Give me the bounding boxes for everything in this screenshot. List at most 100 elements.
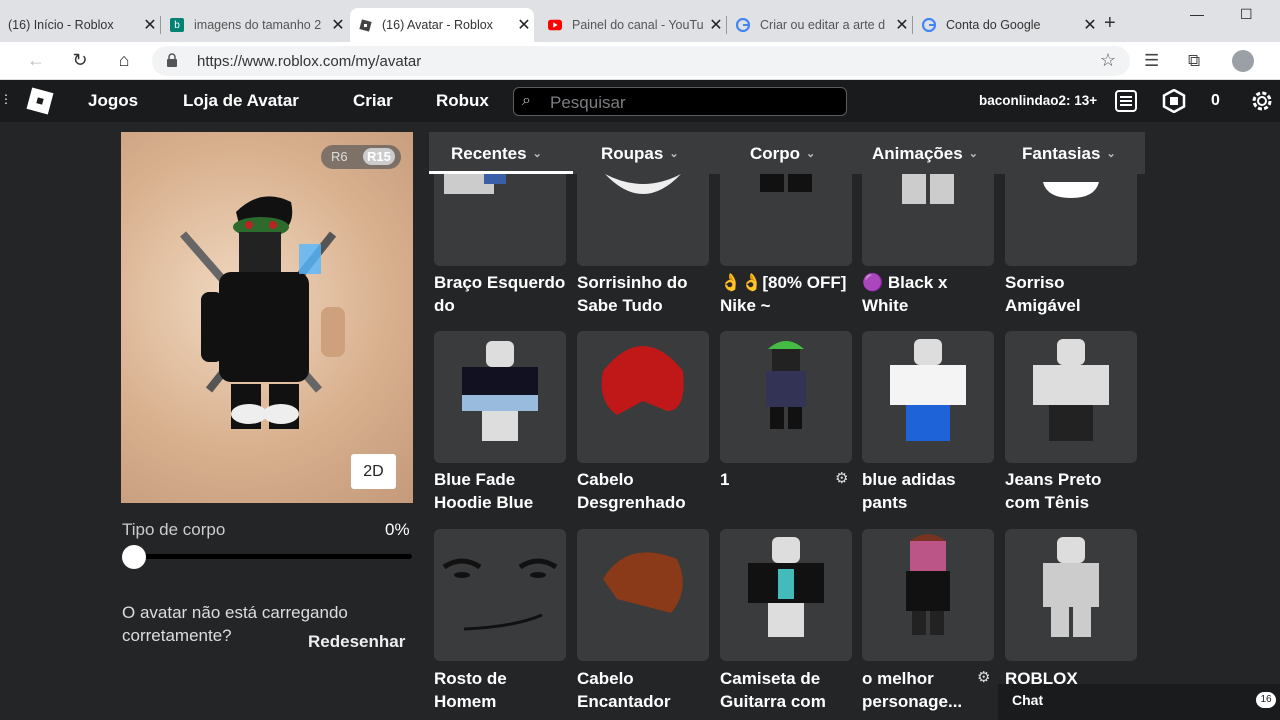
item-thumbnail (1043, 537, 1099, 637)
google-icon (736, 18, 750, 32)
item-name[interactable]: Sorriso Amigável (1005, 271, 1140, 317)
item-card[interactable] (1005, 331, 1137, 463)
item-thumbnail (442, 558, 558, 631)
browser-tab-active[interactable]: (16) Avatar - Roblox ✕ (350, 8, 534, 42)
item-settings-gear-icon[interactable]: ⚙ (977, 668, 990, 686)
item-card[interactable] (862, 529, 994, 661)
username[interactable]: baconlindao2: 13+ (979, 93, 1097, 108)
menu-icon[interactable]: ⋮ (0, 92, 12, 106)
item-thumbnail (760, 174, 812, 192)
browser-tab[interactable]: Criar ou editar a arte d ✕ (728, 8, 913, 42)
item-card[interactable] (577, 529, 709, 661)
minimize-icon[interactable]: — (1190, 6, 1204, 22)
item-settings-gear-icon[interactable]: ⚙ (835, 469, 848, 487)
view-2d-button[interactable]: 2D (351, 454, 396, 489)
item-thumbnail (906, 534, 950, 635)
close-tab-icon[interactable]: ✕ (1080, 15, 1100, 35)
tab-recentes[interactable]: Recentes ⌄ (451, 144, 542, 164)
chevron-down-icon: ⌄ (669, 148, 679, 160)
item-card[interactable] (1005, 174, 1137, 266)
item-name[interactable]: Blue Fade Hoodie Blue (434, 468, 569, 514)
browser-tab[interactable]: Painel do canal - YouTu ✕ (540, 8, 727, 42)
item-thumbnail (605, 174, 681, 194)
robux-count: 0 (1211, 92, 1220, 109)
tab-corpo[interactable]: Corpo ⌄ (750, 144, 815, 164)
avatar-preview[interactable]: R6 R15 2D (121, 132, 413, 503)
rig-r15-option[interactable]: R15 (363, 148, 395, 165)
item-card[interactable] (720, 174, 852, 266)
search-icon: ⌕ (522, 92, 531, 109)
browser-tab[interactable]: Conta do Google ✕ (914, 8, 1100, 42)
close-tab-icon[interactable]: ✕ (706, 15, 726, 35)
robux-icon[interactable] (1162, 89, 1186, 113)
roblox-logo[interactable] (26, 87, 54, 115)
home-icon[interactable]: ⌂ (112, 50, 136, 71)
back-icon[interactable]: ← (24, 50, 48, 71)
item-name[interactable]: Cabelo Encantador (577, 667, 712, 713)
close-tab-icon[interactable]: ✕ (892, 15, 912, 35)
profile-icon[interactable] (1232, 50, 1254, 72)
item-card[interactable] (434, 331, 566, 463)
body-type-slider[interactable] (122, 554, 412, 559)
item-name[interactable]: Sorrisinho do Sabe Tudo (577, 271, 712, 317)
item-thumbnail (462, 341, 538, 441)
nav-jogos[interactable]: Jogos (88, 91, 138, 111)
item-card[interactable] (434, 174, 566, 266)
new-tab-icon[interactable]: + (1104, 12, 1116, 35)
messages-icon[interactable] (1114, 89, 1138, 113)
settings-gear-icon[interactable] (1250, 89, 1274, 113)
browser-tab[interactable]: b imagens do tamanho 2 ✕ (162, 8, 348, 42)
avatar-figure (179, 196, 345, 429)
google-icon (922, 18, 936, 32)
item-card[interactable] (720, 529, 852, 661)
item-card[interactable] (577, 174, 709, 266)
search-input[interactable]: ⌕ Pesquisar (513, 87, 847, 116)
item-name[interactable]: Jeans Preto com Tênis (1005, 468, 1140, 514)
item-thumbnail (766, 341, 806, 429)
chat-bar[interactable]: Chat 16 (998, 684, 1280, 720)
item-name[interactable]: Camiseta de Guitarra com (720, 667, 855, 713)
item-name[interactable]: 🟣 Black x White (862, 271, 997, 317)
collections-icon[interactable]: ⧉ (1188, 51, 1200, 71)
item-name[interactable]: Cabelo Desgrenhado (577, 468, 712, 514)
nav-loja-de-avatar[interactable]: Loja de Avatar (183, 91, 299, 111)
item-thumbnail (1033, 339, 1109, 441)
item-card[interactable] (577, 331, 709, 463)
item-thumbnail (601, 346, 684, 415)
item-card[interactable] (434, 529, 566, 661)
tab-fantasias[interactable]: Fantasias ⌄ (1022, 144, 1116, 164)
rig-toggle[interactable]: R6 R15 (321, 145, 401, 169)
item-card[interactable] (862, 174, 994, 266)
item-name[interactable]: blue adidas pants (862, 468, 997, 514)
redraw-button[interactable]: Redesenhar (308, 632, 405, 652)
rig-r6-option[interactable]: R6 (331, 149, 348, 164)
browser-tab[interactable]: (16) Início - Roblox ✕ (0, 8, 161, 42)
item-card[interactable] (720, 331, 852, 463)
url-text: https://www.roblox.com/my/avatar (197, 53, 422, 70)
item-card[interactable] (862, 331, 994, 463)
item-card[interactable] (1005, 529, 1137, 661)
item-thumbnail (890, 339, 966, 441)
tab-animacoes[interactable]: Animações ⌄ (872, 144, 978, 164)
item-thumbnail (748, 537, 824, 637)
nav-criar[interactable]: Criar (353, 91, 393, 111)
close-tab-icon[interactable]: ✕ (140, 15, 160, 35)
lock-icon (167, 53, 177, 67)
favorites-icon[interactable]: ☰ (1144, 51, 1159, 71)
star-icon[interactable]: ☆ (1100, 50, 1116, 71)
tab-roupas[interactable]: Roupas ⌄ (601, 144, 679, 164)
nav-robux[interactable]: Robux (436, 91, 489, 111)
maximize-icon[interactable]: ☐ (1240, 6, 1253, 23)
close-tab-icon[interactable]: ✕ (514, 15, 534, 35)
item-thumbnail (1043, 182, 1099, 198)
close-tab-icon[interactable]: ✕ (328, 15, 348, 35)
body-type-label: Tipo de corpo (122, 520, 226, 539)
item-name[interactable]: 👌👌[80% OFF] Nike ~ (720, 271, 855, 317)
chevron-down-icon: ⌄ (968, 148, 978, 160)
address-bar[interactable]: https://www.roblox.com/my/avatar ☆ (152, 46, 1130, 76)
item-thumbnail (902, 174, 954, 204)
refresh-icon[interactable]: ↻ (68, 50, 92, 71)
item-name[interactable]: Braço Esquerdo do (434, 271, 569, 317)
body-type-slider-knob[interactable] (122, 545, 146, 569)
item-name[interactable]: Rosto de Homem (434, 667, 569, 713)
